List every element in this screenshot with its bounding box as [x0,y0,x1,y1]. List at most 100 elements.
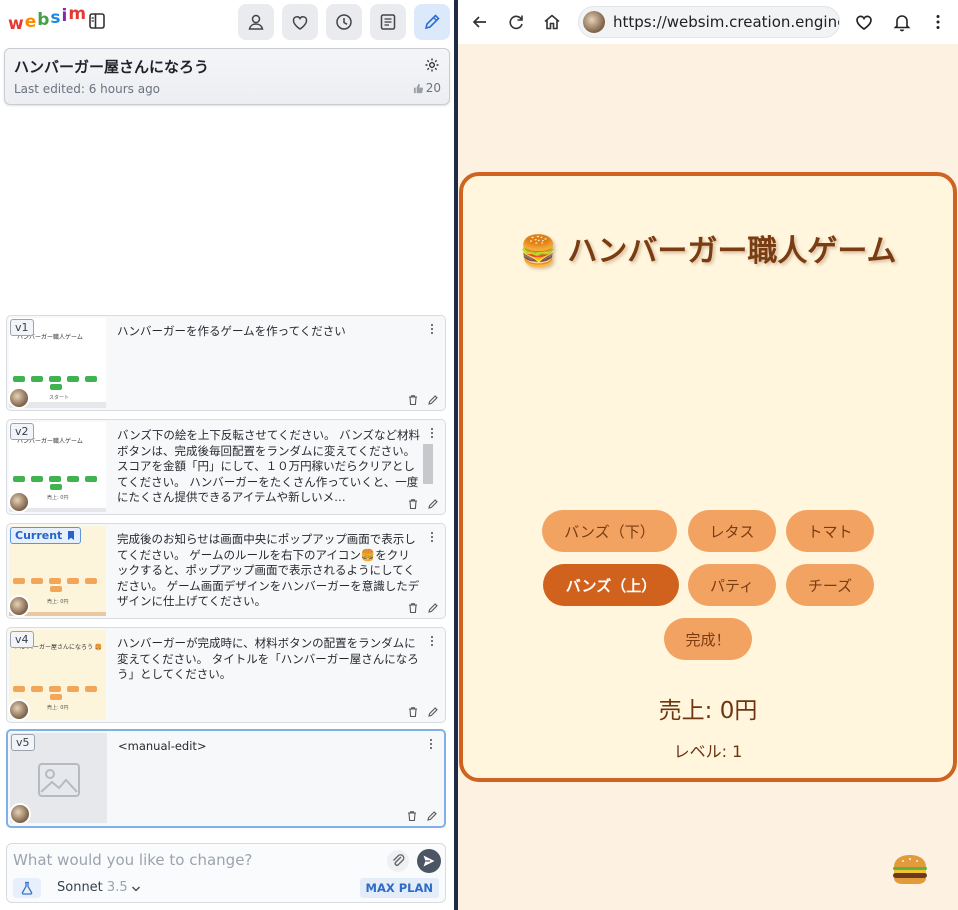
websim-logo[interactable]: websim [8,4,87,34]
avatar [8,491,30,513]
logo-letter: w [8,14,25,34]
version-badge-current: Current [10,527,82,544]
edit-icon[interactable] [426,810,438,822]
logo-letter: i [61,6,69,26]
more-icon[interactable] [928,12,948,32]
edit-icon[interactable] [427,394,439,406]
avatar [9,803,31,825]
model-icon [21,881,33,895]
attach-button[interactable] [387,850,409,872]
game-container: 🍔 ハンバーガー職人ゲーム バンズ（下） レタス トマト バンズ（上） パティ … [459,172,957,782]
more-icon[interactable] [428,427,436,439]
image-placeholder-icon [38,763,80,797]
gear-icon[interactable] [424,57,440,73]
edit-icon[interactable] [427,706,439,718]
scrollbar[interactable] [423,444,433,484]
trash-icon[interactable] [407,498,419,510]
clock-icon [336,14,352,30]
more-icon[interactable] [427,738,435,750]
chevron-down-icon[interactable] [131,884,141,894]
thumbnail-text: 売上: 0円 [47,705,69,711]
document-icon [380,14,396,30]
model-version: 3.5 [106,880,128,895]
version-prompt: ハンバーガーを作るゲームを作ってください [117,324,346,338]
badge-label: Current [15,529,63,542]
send-button[interactable] [417,849,441,873]
trash-icon[interactable] [407,706,419,718]
avatar [8,595,30,617]
version-prompt: <manual-edit> [118,739,207,753]
logo-letter: b [37,10,51,30]
edit-icon[interactable] [427,498,439,510]
bookmark-icon [68,531,75,540]
more-icon[interactable] [428,635,436,647]
docs-button[interactable] [370,4,406,40]
chat-box: Sonnet 3.5 MAX PLAN [6,843,446,903]
version-badge: v4 [10,631,34,648]
version-badge: v5 [11,734,35,751]
chat-input[interactable] [13,849,373,871]
home-icon[interactable] [542,12,562,32]
version-card-current[interactable]: 売上: 0円 Current 完成後のお知らせは画面中央にポップアップ画面で表示… [6,523,446,619]
plan-badge[interactable]: MAX PLAN [359,878,439,898]
editor-panel: websim ハンバーガー屋さんになろう Last edited: 6 hour… [0,0,454,910]
version-card-selected[interactable]: v5 <manual-edit> [6,729,446,828]
trash-icon[interactable] [407,602,419,614]
project-card[interactable]: ハンバーガー屋さんになろう Last edited: 6 hours ago 2… [4,48,450,105]
thumbs-up-icon [413,83,423,93]
like-count-value: 20 [425,81,441,95]
pencil-icon [424,14,440,30]
address-bar[interactable]: https://websim.creation.engine [578,6,840,38]
model-settings-button[interactable] [13,878,41,898]
ingredient-button-tomato[interactable]: トマト [786,510,874,552]
back-icon[interactable] [470,12,490,32]
avatar [8,387,30,409]
version-card[interactable]: ハンバーガー職人ゲーム スタート v1 ハンバーガーを作るゲームを作ってください [6,315,446,411]
logo-letter: e [24,12,38,32]
url-text: https://websim.creation.engine [613,13,840,31]
heart-icon [292,16,308,30]
version-card[interactable]: ハンバーガー職人ゲーム 売上: 0円 v2 バンズ下の絵を上下反転させてください… [6,419,446,515]
more-icon[interactable] [428,323,436,335]
complete-button[interactable]: 完成！ [664,618,752,660]
editor-toolbar: websim [0,0,454,44]
version-prompt: ハンバーガーが完成時に、材料ボタンの配置をランダムに変えてください。 タイトルを… [117,636,419,681]
likes-button[interactable] [282,4,318,40]
version-badge: v1 [10,319,34,336]
edit-mode-button[interactable] [414,4,450,40]
sidebar-toggle-icon[interactable] [88,12,106,30]
browser-toolbar: https://websim.creation.engine [458,0,958,44]
profile-button[interactable] [238,4,274,40]
trash-icon[interactable] [406,810,418,822]
version-prompt: バンズ下の絵を上下反転させてください。 バンズなど材料ボタンは、完成後毎回配置を… [117,428,420,504]
paperclip-icon [393,854,405,866]
bell-icon[interactable] [892,12,912,32]
game-title: 🍔 ハンバーガー職人ゲーム [519,234,897,269]
sales-display: 売上: 0円 [658,698,758,724]
site-favicon [583,11,605,33]
refresh-icon[interactable] [506,12,526,32]
version-badge: v2 [10,423,34,440]
user-icon [248,14,264,30]
ingredient-button-cheese[interactable]: チーズ [786,564,874,606]
history-button[interactable] [326,4,362,40]
version-prompt: 完成後のお知らせは画面中央にポップアップ画面で表示してください。 ゲームのルール… [117,532,420,608]
ingredient-button-bun-top[interactable]: バンズ（上） [543,564,679,606]
level-display: レベル: 1 [673,742,743,761]
trash-icon[interactable] [407,394,419,406]
send-icon [423,855,435,867]
thumbnail-text: スタート [49,395,70,401]
ingredient-button-patty[interactable]: パティ [688,564,776,606]
project-title: ハンバーガー屋さんになろう [14,58,210,76]
ingredient-button-bun-bottom[interactable]: バンズ（下） [542,510,677,552]
hamburger-icon[interactable] [890,852,930,886]
logo-letter: s [50,8,62,28]
more-icon[interactable] [428,531,436,543]
heart-icon[interactable] [854,12,874,32]
edit-icon[interactable] [427,602,439,614]
last-edited: Last edited: 6 hours ago [14,82,161,96]
model-name: Sonnet [57,880,103,895]
version-card[interactable]: ハンバーガー屋さんになろう 🍔 売上: 0円 v4 ハンバーガーが完成時に、材料… [6,627,446,723]
ingredient-button-lettuce[interactable]: レタス [688,510,776,552]
model-selector[interactable]: Sonnet 3.5 [57,880,128,895]
